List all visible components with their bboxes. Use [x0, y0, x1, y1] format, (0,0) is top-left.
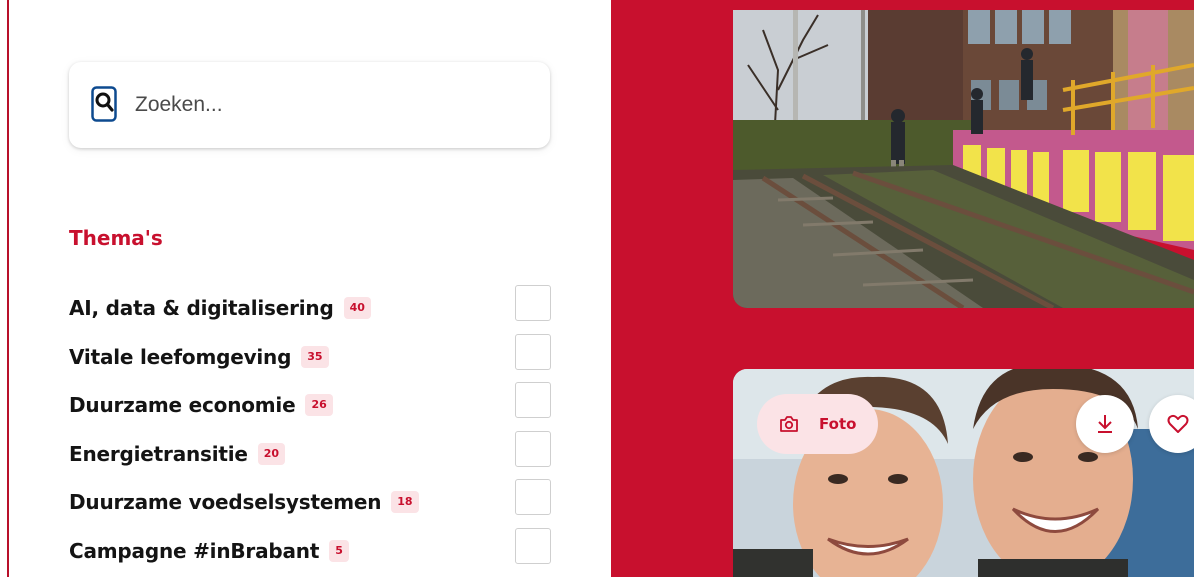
- theme-count-badge: 40: [343, 297, 371, 320]
- theme-label: Duurzame economie: [69, 393, 296, 418]
- camera-icon: [780, 416, 798, 432]
- theme-checkbox[interactable]: [515, 285, 551, 321]
- theme-count-badge: 18: [391, 491, 419, 514]
- theme-count-badge: 26: [305, 394, 333, 417]
- photo-card-railway[interactable]: [733, 10, 1194, 308]
- theme-label: Energietransitie: [69, 441, 248, 466]
- theme-filter-duurzame-voedselsystemen[interactable]: Duurzame voedselsystemen 18: [69, 478, 551, 527]
- theme-checkbox[interactable]: [515, 479, 551, 515]
- download-button[interactable]: [1076, 395, 1134, 453]
- theme-count-badge: 35: [301, 345, 329, 368]
- theme-label: AI, data & digitalisering: [69, 296, 334, 321]
- railway-graffiti-photo: [733, 10, 1194, 308]
- theme-checkbox[interactable]: [515, 382, 551, 418]
- theme-filter-energietransitie[interactable]: Energietransitie 20: [69, 430, 551, 479]
- theme-count-badge: 5: [329, 539, 349, 562]
- theme-filter-duurzame-economie[interactable]: Duurzame economie 26: [69, 381, 551, 430]
- theme-label: Duurzame voedselsystemen: [69, 490, 382, 515]
- media-type-label: Foto: [819, 415, 857, 433]
- theme-label: Campagne #inBrabant: [69, 538, 320, 563]
- theme-checkbox[interactable]: [515, 430, 551, 467]
- theme-filter-list: AI, data & digitalisering 40 Vitale leef…: [69, 284, 551, 575]
- theme-filter-vitale-leefomgeving[interactable]: Vitale leefomgeving 35: [69, 333, 551, 382]
- theme-count-badge: 20: [257, 442, 286, 465]
- theme-checkbox[interactable]: [515, 333, 551, 370]
- theme-filter-campagne-inbrabant[interactable]: Campagne #inBrabant 5: [69, 527, 551, 576]
- heart-icon: [1167, 414, 1189, 433]
- search-box[interactable]: [69, 62, 550, 148]
- theme-label: Vitale leefomgeving: [69, 344, 292, 369]
- left-border: [7, 0, 9, 577]
- media-type-tag: Foto: [757, 394, 878, 454]
- theme-filter-ai[interactable]: AI, data & digitalisering 40: [69, 284, 551, 333]
- themes-heading: Thema's: [69, 226, 163, 250]
- theme-checkbox[interactable]: [515, 527, 551, 564]
- search-icon[interactable]: [91, 86, 117, 122]
- search-input[interactable]: [135, 62, 535, 148]
- download-icon: [1098, 415, 1112, 433]
